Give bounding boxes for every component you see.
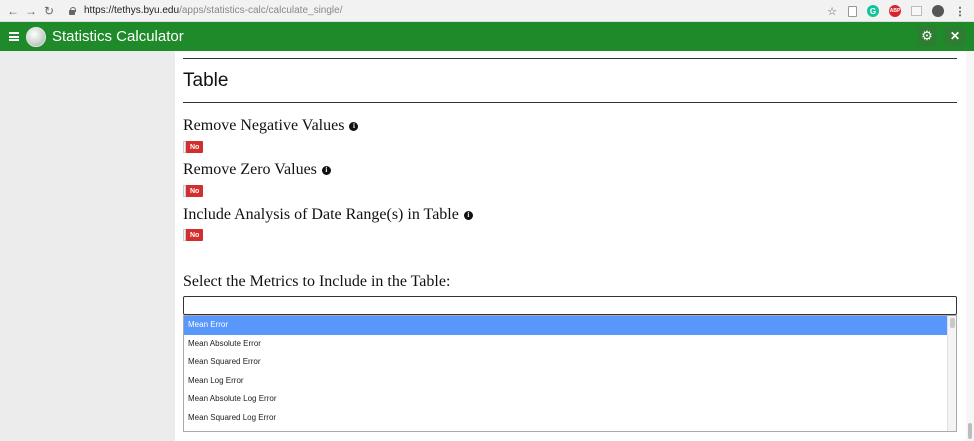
lock-icon <box>68 6 76 15</box>
metrics-dropdown-list[interactable]: Mean Error Mean Absolute Error Mean Squa… <box>183 315 957 432</box>
close-icon: ✕ <box>949 29 961 43</box>
info-icon[interactable]: i <box>463 210 473 220</box>
date-range-label: Include Analysis of Date Range(s) in Tab… <box>183 206 473 224</box>
page-scrollbar[interactable] <box>966 51 974 441</box>
list-item[interactable]: Mean Squared Log Error <box>184 409 948 428</box>
option-label-text: Remove Zero Values <box>183 161 317 178</box>
main-content: Table Remove Negative Values i No Remove… <box>175 51 974 441</box>
option-label-text: Include Analysis of Date Range(s) in Tab… <box>183 206 459 223</box>
adblock-icon[interactable]: ABP <box>889 5 901 17</box>
info-icon[interactable]: i <box>349 121 359 131</box>
avatar[interactable] <box>932 5 944 17</box>
hamburger-icon[interactable] <box>9 32 19 41</box>
option-label-text: Remove Negative Values <box>183 117 345 134</box>
toggle-knob <box>183 141 186 153</box>
app-title: Statistics Calculator <box>52 28 184 45</box>
list-scroll-thumb[interactable] <box>950 318 955 328</box>
list-item[interactable]: Mean Log Error <box>184 372 948 391</box>
divider <box>183 102 957 103</box>
address-bar[interactable]: https://tethys.byu.edu/apps/statistics-c… <box>68 5 342 16</box>
remove-negative-toggle[interactable]: No <box>183 141 203 153</box>
remove-zero-label: Remove Zero Values i <box>183 161 331 179</box>
app-logo <box>26 26 46 47</box>
metrics-search-input[interactable] <box>183 296 957 315</box>
gear-icon: ⚙ <box>921 28 933 43</box>
toggle-knob <box>183 229 186 241</box>
list-item[interactable]: Mean Squared Error <box>184 353 948 372</box>
date-range-toggle[interactable]: No <box>183 229 203 241</box>
metrics-label: Select the Metrics to Include in the Tab… <box>183 273 451 290</box>
url-path: /apps/statistics-calc/calculate_single/ <box>179 5 343 16</box>
page-scroll-thumb[interactable] <box>968 423 972 439</box>
settings-button[interactable]: ⚙ <box>917 26 937 46</box>
toggle-state: No <box>190 187 200 195</box>
close-button[interactable]: ✕ <box>945 26 965 46</box>
app-header: Statistics Calculator ⚙ ✕ <box>0 22 974 51</box>
list-item[interactable]: Mean Absolute Log Error <box>184 390 948 409</box>
grammarly-icon[interactable]: G <box>867 5 879 17</box>
section-title: Table <box>183 70 229 91</box>
document-icon[interactable] <box>848 5 857 17</box>
star-icon[interactable]: ☆ <box>826 5 838 18</box>
remove-negative-label: Remove Negative Values i <box>183 117 359 135</box>
toggle-knob <box>183 185 186 197</box>
remove-zero-toggle[interactable]: No <box>183 185 203 197</box>
reload-icon[interactable]: ↻ <box>40 2 58 20</box>
url-host: https://tethys.byu.edu <box>84 5 180 16</box>
list-item[interactable]: Mean Error <box>184 316 948 335</box>
info-icon[interactable]: i <box>321 165 331 175</box>
sidebar <box>0 51 175 441</box>
kebab-menu-icon[interactable]: ⋮ <box>954 5 966 18</box>
toggle-state: No <box>190 231 200 239</box>
list-scrollbar[interactable] <box>947 316 956 431</box>
browser-toolbar: ← → ↻ https://tethys.byu.edu/apps/statis… <box>0 0 974 22</box>
divider <box>183 58 957 59</box>
list-item[interactable]: Mean Absolute Error <box>184 335 948 354</box>
arrow-right-icon[interactable]: → <box>22 2 40 20</box>
extension-icon[interactable] <box>911 6 922 16</box>
toggle-state: No <box>190 143 200 151</box>
arrow-left-icon[interactable]: ← <box>4 2 22 20</box>
